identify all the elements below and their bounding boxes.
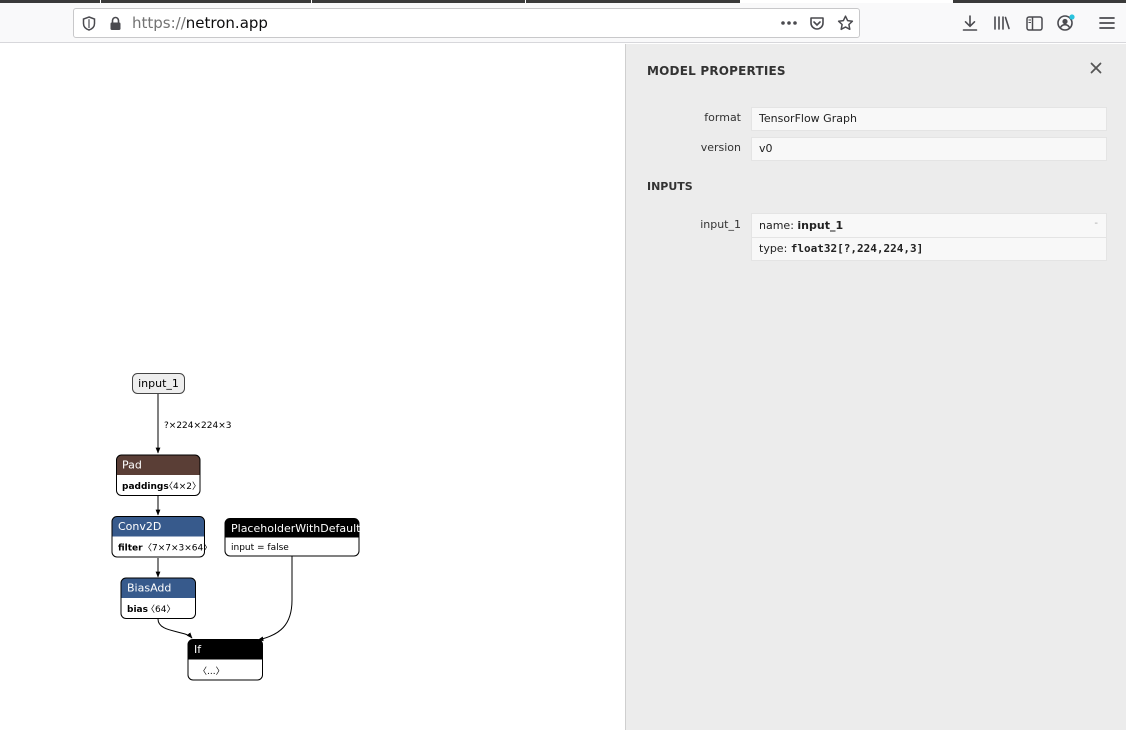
node-title-if: If (194, 643, 202, 656)
shield-icon[interactable] (80, 9, 98, 37)
expand-toggle-button[interactable]: - (1094, 218, 1098, 229)
close-icon[interactable] (1087, 59, 1105, 77)
input-name-label: name: (759, 219, 794, 232)
graph-canvas[interactable]: ?×224×224×3 input_1 Pad paddings 〈4×2〉 C… (0, 44, 625, 730)
node-attr-value-conv2d: 〈7×7×3×64〉 (143, 543, 212, 554)
property-value-version[interactable]: v0 (751, 137, 1107, 161)
node-attr-name-pad: paddings (122, 482, 169, 492)
input-argument-name: input_1 (700, 218, 741, 231)
node-attr-if: 〈...〉 (198, 666, 225, 677)
input-argument-box[interactable]: name: input_1 - type: float32[?,224,224,… (751, 213, 1107, 261)
input-name-value: input_1 (797, 219, 844, 232)
node-attr-value-biasadd: 〈64〉 (146, 604, 175, 615)
pocket-icon[interactable] (807, 9, 827, 37)
input-type-row: type: float32[?,224,224,3] (759, 242, 923, 255)
url-scheme: https:// (132, 14, 186, 32)
node-attr-value-pad: 〈4×2〉 (164, 481, 201, 492)
node-attr-name-biasadd: bias (127, 605, 148, 615)
edge-placeholder-to-if (257, 556, 293, 642)
node-title-pad: Pad (122, 459, 142, 472)
graph-node-pad[interactable]: Pad paddings 〈4×2〉 (116, 454, 202, 496)
property-name-version: version (700, 141, 741, 154)
sidebar-icon[interactable] (1018, 6, 1050, 40)
input-name-row: name: input_1 (759, 219, 843, 232)
downloads-icon[interactable] (954, 6, 986, 40)
node-title-placeholder: PlaceholderWithDefault (231, 522, 361, 535)
inputs-section-header: INPUTS (647, 180, 693, 193)
graph-node-conv2d[interactable]: Conv2D filter 〈7×7×3×64〉 (111, 516, 212, 558)
node-title-conv2d: Conv2D (118, 520, 161, 533)
model-properties-sidebar: MODEL PROPERTIES format TensorFlow Graph… (625, 44, 1126, 730)
node-attr-placeholder: input = false (231, 543, 289, 553)
graph-svg: ?×224×224×3 input_1 Pad paddings 〈4×2〉 C… (111, 373, 361, 681)
account-icon[interactable] (1050, 6, 1082, 40)
node-attr-name-conv2d: filter (118, 544, 143, 554)
edge-label-input-shape: ?×224×224×3 (164, 421, 231, 431)
graph-node-biasadd[interactable]: BiasAdd bias 〈64〉 (120, 577, 196, 619)
url-text[interactable]: https://netron.app (132, 9, 268, 37)
graph-node-placeholderwithdefault[interactable]: PlaceholderWithDefault input = false (224, 518, 361, 557)
node-label-input-1: input_1 (138, 377, 179, 390)
bookmark-star-icon[interactable] (835, 9, 855, 37)
graph-node-input-1[interactable]: input_1 (132, 373, 185, 394)
property-name-format: format (704, 111, 741, 124)
input-type-label: type: (759, 242, 788, 255)
argument-divider (752, 237, 1106, 238)
graph-node-if[interactable]: If 〈...〉 (187, 639, 263, 681)
more-actions-icon[interactable] (779, 9, 799, 37)
browser-toolbar: https://netron.app (0, 3, 1126, 43)
url-host: netron.app (185, 14, 268, 32)
lock-icon[interactable] (107, 9, 123, 37)
sidebar-title: MODEL PROPERTIES (647, 64, 786, 78)
address-bar[interactable]: https://netron.app (73, 8, 860, 38)
property-value-format[interactable]: TensorFlow Graph (751, 107, 1107, 131)
input-type-value: float32[?,224,224,3] (790, 242, 924, 255)
menu-icon[interactable] (1091, 6, 1123, 40)
node-title-biasadd: BiasAdd (127, 582, 171, 595)
edge-biasadd-to-if (157, 618, 193, 639)
library-icon[interactable] (986, 6, 1018, 40)
